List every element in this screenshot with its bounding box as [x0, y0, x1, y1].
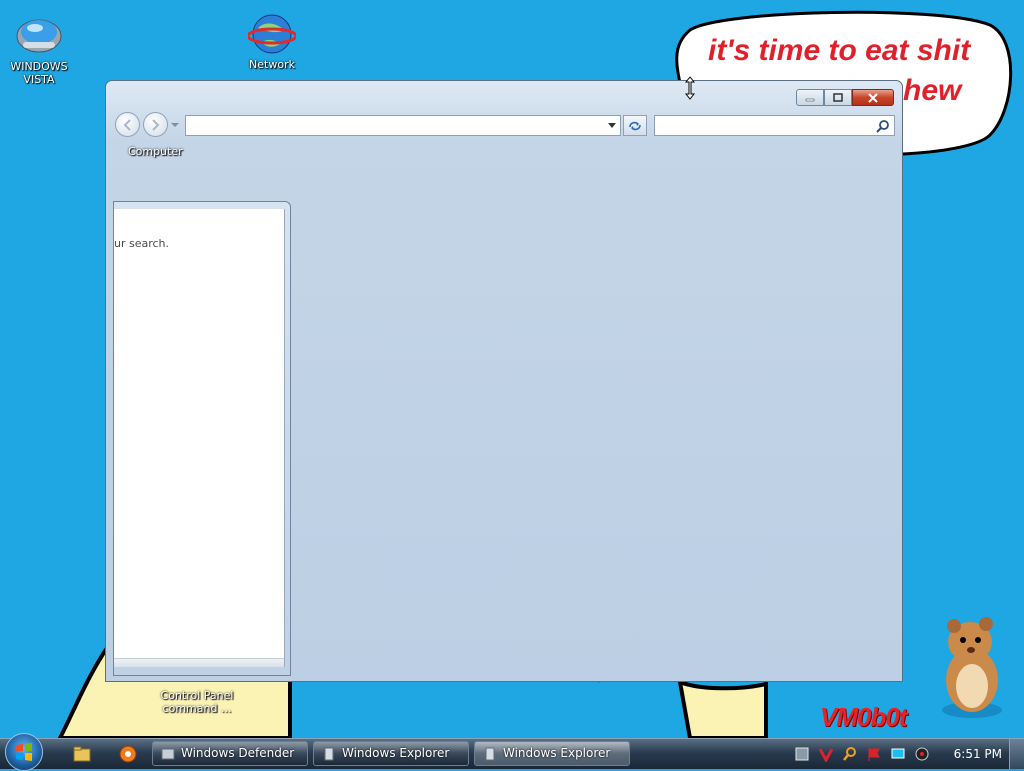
resize-cursor-icon — [684, 76, 696, 100]
close-button[interactable] — [852, 89, 894, 106]
windows-logo-icon — [16, 743, 32, 761]
search-input[interactable] — [654, 115, 895, 136]
hamster-mascot-icon — [942, 617, 1002, 718]
network-globe-icon — [246, 10, 298, 58]
maximize-button[interactable] — [824, 89, 852, 106]
signature-text: VM0b0t — [820, 702, 907, 732]
minimize-icon — [805, 98, 815, 101]
speech-bubble-line1: it's time to eat shit — [708, 34, 971, 67]
show-desktop-button[interactable] — [1009, 739, 1024, 769]
taskbar-button-label: Windows Explorer — [503, 746, 611, 760]
desktop-icon-label: WINDOWS VISTA — [10, 60, 68, 86]
start-button[interactable] — [5, 733, 43, 771]
close-icon — [868, 92, 878, 103]
system-tray: 6:51 PM — [786, 739, 1024, 769]
flag-icon[interactable] — [866, 746, 882, 762]
search-tray-icon[interactable] — [842, 746, 858, 762]
volume-icon[interactable] — [914, 746, 930, 762]
address-bar[interactable] — [185, 115, 621, 136]
desktop-icon-label: Network — [249, 58, 295, 71]
refresh-button[interactable] — [623, 115, 647, 136]
forward-button[interactable] — [143, 112, 168, 137]
desktop: it's time to eat shit hew WINDOWS VISTA … — [0, 0, 1024, 738]
taskbar: Windows Defender Windows Explorer Window… — [0, 733, 1024, 771]
back-button[interactable] — [115, 112, 140, 137]
vista-drive-icon — [15, 12, 63, 60]
back-arrow-icon — [123, 119, 131, 131]
taskbar-button-windows-explorer-2[interactable]: Windows Explorer — [474, 741, 630, 766]
taskbar-button-windows-defender[interactable]: Windows Defender — [152, 741, 308, 766]
desktop-icon-windows-vista[interactable]: WINDOWS VISTA — [1, 12, 77, 86]
desktop-icon-network[interactable]: Network — [234, 10, 310, 71]
explorer-folder-icon[interactable] — [72, 744, 92, 764]
control-panel-icon-label[interactable]: Control Panel command ... — [152, 689, 242, 715]
maximize-icon — [833, 92, 843, 102]
defender-icon — [161, 748, 175, 760]
search-icon[interactable] — [876, 119, 890, 133]
taskbar-button-windows-explorer-1[interactable]: Windows Explorer — [313, 741, 469, 766]
speech-bubble-line2: hew — [903, 74, 962, 107]
taskbar-clock[interactable]: 6:51 PM — [954, 747, 1002, 761]
address-dropdown-icon[interactable] — [608, 123, 616, 128]
minimize-button[interactable] — [796, 89, 824, 106]
network-status-icon[interactable] — [794, 746, 810, 762]
antivirus-icon[interactable] — [818, 746, 834, 762]
window-controls — [796, 89, 894, 107]
forward-arrow-icon — [152, 119, 160, 131]
recent-pages-chevron-icon[interactable] — [171, 122, 179, 128]
taskbar-button-label: Windows Explorer — [342, 746, 450, 760]
search-results-panel[interactable]: ur search. — [113, 201, 291, 676]
search-hint-text: ur search. — [114, 237, 170, 250]
taskbar-button-label: Windows Defender — [181, 746, 295, 760]
display-icon[interactable] — [890, 746, 906, 762]
explorer-icon — [324, 747, 334, 761]
refresh-icon — [629, 121, 641, 130]
search-results-pane: ur search. — [114, 209, 285, 667]
explorer-icon — [485, 747, 495, 761]
media-icon[interactable] — [118, 744, 138, 764]
search-pane-footer — [114, 658, 284, 667]
